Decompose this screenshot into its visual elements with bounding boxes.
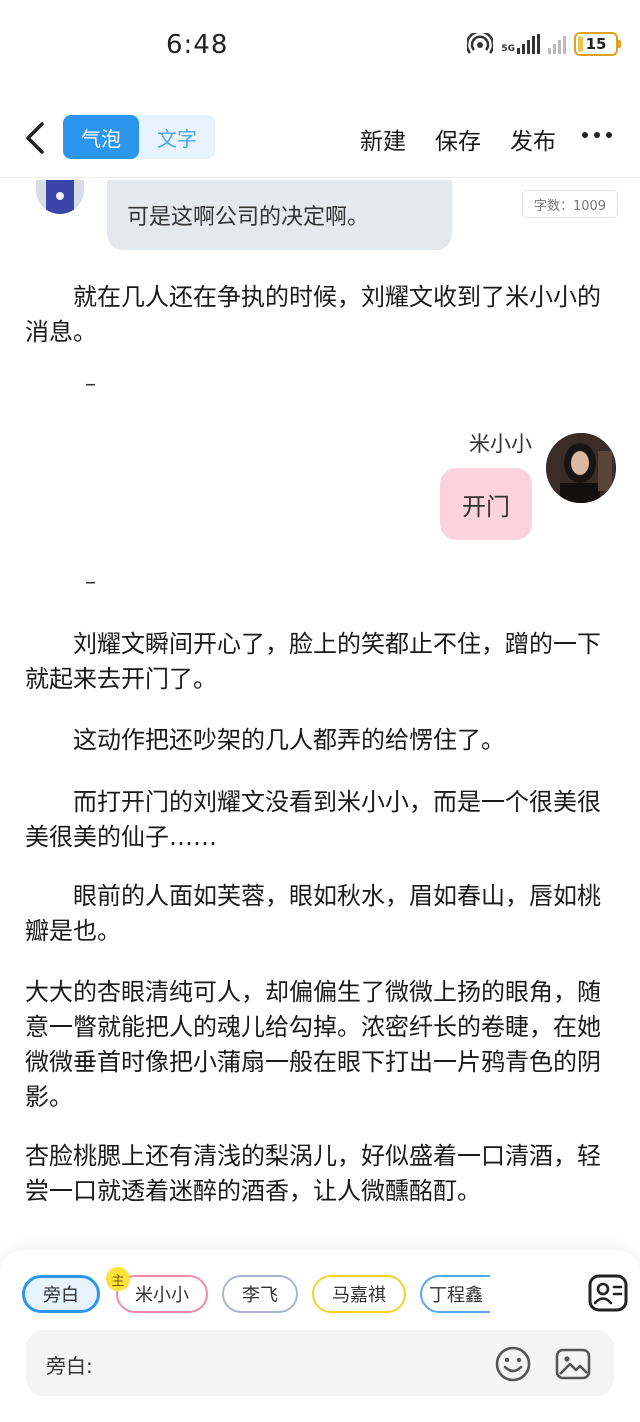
tab-bubble-mode[interactable]: 气泡	[63, 115, 139, 159]
character-avatar[interactable]	[36, 180, 84, 214]
save-button[interactable]: 保存	[435, 122, 481, 156]
narration-paragraph[interactable]: 就在几人还在争执的时候，刘耀文收到了米小小的消息。	[25, 280, 615, 350]
top-toolbar: 气泡 文字 新建 保存 发布	[0, 100, 640, 178]
battery-icon: 15	[574, 32, 621, 56]
narration-paragraph[interactable]: 刘耀文瞬间开心了，脸上的笑都止不住，蹭的一下就起来去开门了。	[25, 627, 615, 697]
message-bubble-left[interactable]: 可是这啊公司的决定啊。	[107, 180, 452, 250]
separator-dash: –	[85, 570, 96, 595]
narration-paragraph[interactable]: 眼前的人面如芙蓉，眼如秋水，眉如春山，唇如桃瓣是也。	[25, 879, 615, 949]
contacts-icon[interactable]	[588, 1272, 630, 1314]
mode-toggle: 气泡 文字	[63, 115, 215, 159]
more-dots-icon[interactable]	[582, 132, 612, 138]
new-button[interactable]: 新建	[360, 122, 406, 156]
hotspot-icon	[467, 33, 494, 54]
narration-paragraph[interactable]: 杏脸桃腮上还有清浅的梨涡儿，好似盛着一口清酒，轻尝一口就透着迷醉的酒香，让人微醺…	[25, 1139, 615, 1209]
network-type: 5G	[501, 44, 515, 54]
narration-paragraph[interactable]: 大大的杏眼清纯可人，却偏偏生了微微上扬的眼角，随意一瞥就能把人的魂儿给勾掉。浓密…	[25, 975, 615, 1115]
status-time: 6:48	[166, 30, 229, 60]
speaker-name: 米小小	[469, 432, 532, 456]
speaker-avatar[interactable]	[546, 433, 616, 503]
emoji-icon[interactable]	[494, 1345, 532, 1383]
role-chip-majiaqi[interactable]: 马嘉祺	[312, 1275, 406, 1313]
narration-paragraph[interactable]: 这动作把还吵架的几人都弄的给愣住了。	[25, 723, 615, 758]
owner-badge: 主	[106, 1267, 130, 1291]
role-chip-dingchengxin[interactable]: 丁程鑫	[420, 1275, 490, 1313]
message-bubble-right[interactable]: 开门	[440, 468, 532, 540]
narration-paragraph[interactable]: 而打开门的刘耀文没看到米小小，而是一个很美很美很美的仙子……	[25, 785, 615, 855]
battery-level: 15	[585, 35, 607, 53]
image-icon[interactable]	[554, 1345, 592, 1383]
chevron-left-icon	[26, 122, 44, 154]
tab-text-mode[interactable]: 文字	[139, 115, 215, 159]
role-input-panel: 旁白 米小小 主 李飞 马嘉祺 丁程鑫 旁白:	[0, 1250, 640, 1422]
signal-strength-icon	[517, 34, 540, 54]
signal-weak-icon	[548, 34, 566, 54]
separator-dash: –	[85, 372, 96, 397]
publish-button[interactable]: 发布	[510, 122, 556, 156]
message-input[interactable]: 旁白:	[26, 1330, 614, 1396]
input-role-label: 旁白:	[46, 1354, 93, 1378]
status-icons: 5G 15	[467, 32, 621, 56]
word-count-badge: 字数：1009	[522, 190, 618, 218]
status-bar: 6:48 5G 15	[0, 0, 640, 95]
role-chip-lifei[interactable]: 李飞	[222, 1275, 298, 1313]
role-chip-narrator[interactable]: 旁白	[22, 1275, 100, 1313]
back-button[interactable]	[18, 118, 52, 158]
